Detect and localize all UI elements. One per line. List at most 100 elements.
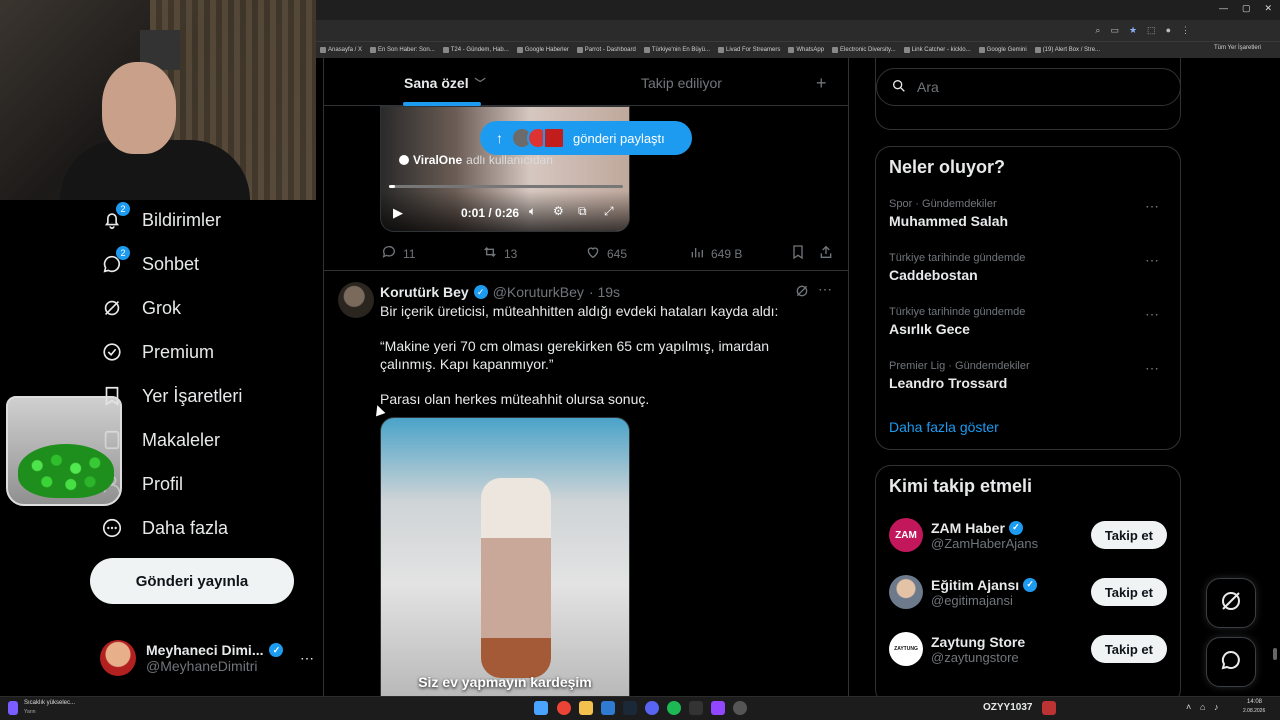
minimize-icon[interactable]: — [1219,3,1228,14]
settings-icon[interactable]: ⚙ [553,204,564,218]
window-controls: — ▢ ✕ [1219,3,1272,14]
app-icon[interactable] [711,701,725,715]
maximize-icon[interactable]: ▢ [1242,3,1251,14]
nav-more[interactable]: Daha fazla [100,516,228,540]
bookmark-label: Türkiye'nin En Büyü... [651,47,710,53]
bookmark-icon[interactable] [790,244,806,265]
bookmark-item[interactable]: En Son Haber: Son... [370,47,435,53]
like-button[interactable]: 645 [585,244,627,263]
epic-icon[interactable] [689,701,703,715]
discord-icon[interactable] [645,701,659,715]
video-player[interactable]: Siz ev yapmayın kardeşim [380,417,630,697]
new-posts-pill[interactable]: ↑ gönderi paylaştı [480,121,692,155]
bookmark-item[interactable]: Türkiye'nin En Büyü... [643,47,710,53]
bookmark-item[interactable]: Google Gemini [978,47,1027,53]
bookmark-label: Livad For Streamers [726,47,781,53]
grok-icon [100,296,124,320]
start-icon[interactable] [534,701,548,715]
show-more-link[interactable]: Daha fazla göster [889,419,999,435]
nav-premium[interactable]: Premium [100,340,214,364]
share-icon[interactable] [818,244,834,265]
search-input[interactable]: Ara [876,68,1181,106]
nav-chat[interactable]: 2 Sohbet [100,246,199,276]
tray-chevron-icon[interactable]: ˄ [1186,702,1191,712]
menu-icon[interactable]: ⋮ [1181,25,1190,36]
star-icon[interactable]: ★ [1129,25,1137,36]
account-more-icon[interactable]: ⋯ [300,650,314,667]
cast-icon[interactable]: ▭ [1110,25,1119,36]
zoom-icon[interactable]: ⌕ [1095,25,1100,36]
suggestion-handle: @egitimajansi [931,592,1013,608]
nav-notifications[interactable]: 2 Bildirimler [100,202,221,232]
bookmark-item[interactable]: Parrot - Dashboard [576,47,636,53]
weather-text[interactable]: Sıcaklık yükselec... [24,700,75,706]
tab-for-you[interactable]: Sana özel ﹀ [404,60,486,106]
trend-item[interactable]: Spor · Gündemdekiler Muhammed Salah ⋯ [889,198,1169,229]
follow-suggestion[interactable]: ZAM ZAM Haber ✓ @ZamHaberAjans Takip et [889,515,1169,555]
nav-label: Grok [142,297,182,318]
network-icon[interactable]: ⌂ [1200,702,1205,712]
scrollbar-thumb[interactable] [1273,648,1277,660]
video-time: 0:01 / 0:26 [461,206,520,220]
play-icon[interactable]: ▶ [393,205,403,221]
bookmark-item[interactable]: (19) Alert Box / Stre... [1034,47,1100,53]
bookmark-item[interactable]: T24 - Gündem, Hab... [442,47,509,53]
nav-grok[interactable]: Grok [100,296,181,320]
all-bookmarks[interactable]: Tüm Yer İşaretleri [1214,45,1261,51]
messages-fab[interactable] [1206,637,1256,687]
trend-item[interactable]: Türkiye tarihinde gündemde Caddebostan ⋯ [889,252,1169,283]
folder-icon[interactable] [579,701,593,715]
app-icon[interactable] [733,701,747,715]
video-source-suffix: adlı kullanıcıdan [466,153,553,167]
pip-icon[interactable]: ⧉ [578,204,587,219]
more-icon[interactable]: ⋯ [1145,252,1159,269]
bookmark-item[interactable]: Electronic Diversity... [832,47,896,53]
trend-item[interactable]: Türkiye tarihinde gündemde Asırlık Gece … [889,306,1169,337]
more-icon[interactable]: ⋯ [1145,198,1159,215]
weather-sub: Yarın [24,709,36,715]
more-icon[interactable]: ⋯ [818,281,832,298]
account-switcher[interactable]: Meyhaneci Dimi... ✓ @MeyhaneDimitri ⋯ [100,636,314,680]
favicon-icon [1034,47,1041,53]
chrome-icon[interactable] [557,701,571,715]
spotify-icon[interactable] [667,701,681,715]
tweet-author-name[interactable]: Korutürk Bey [380,284,469,300]
add-tab-button[interactable]: + [816,60,827,106]
profile-icon[interactable]: ● [1166,25,1171,36]
repost-button[interactable]: 13 [482,244,517,263]
close-icon[interactable]: ✕ [1264,3,1272,14]
app-icon[interactable] [601,701,615,715]
taskbar: Sıcaklık yükselec... Yarın OZYY1037 ˄ ⌂ … [0,696,1280,720]
fullscreen-icon[interactable]: ⤢ [604,204,614,219]
grok-fab[interactable] [1206,578,1256,628]
clock[interactable]: 14:08 [1247,699,1262,705]
volume-icon[interactable]: ♪ [1214,702,1219,712]
browser-tab-strip [316,0,1280,20]
trend-item[interactable]: Premier Lig · Gündemdekiler Leandro Tros… [889,360,1169,391]
video-progress-track[interactable] [389,185,623,188]
tray-icon[interactable] [1042,701,1056,715]
post-button[interactable]: Gönderi yayınla [90,558,294,604]
more-icon[interactable]: ⋯ [1145,360,1159,377]
tweet-author-handle[interactable]: @KoruturkBey [493,284,584,300]
follow-suggestion[interactable]: ZAYTUNG Zaytung Store @zaytungstore Taki… [889,629,1169,669]
bookmark-item[interactable]: Google Haberler [516,47,569,53]
follow-suggestion[interactable]: Eğitim Ajansı ✓ @egitimajansi Takip et [889,572,1169,612]
bookmark-item[interactable]: Anasayfa / X [320,47,362,53]
reply-button[interactable]: 11 [381,244,415,263]
volume-icon[interactable]: 🔈︎ [529,204,536,219]
more-icon[interactable]: ⋯ [1145,306,1159,323]
bookmark-item[interactable]: WhatsApp [788,47,824,53]
follow-button[interactable]: Takip et [1090,635,1167,663]
views-button[interactable]: 649 B [689,244,742,263]
follow-button[interactable]: Takip et [1090,521,1167,549]
tab-following[interactable]: Takip ediliyor [641,60,722,106]
avatar[interactable] [338,282,374,318]
bookmark-item[interactable]: Livad For Streamers [718,47,780,53]
extensions-icon[interactable]: ⬚ [1147,25,1156,36]
bookmark-item[interactable]: Link Catcher - kicklo... [903,47,971,53]
steam-icon[interactable] [623,701,637,715]
grok-explain-icon[interactable] [794,283,810,304]
follow-button[interactable]: Takip et [1090,578,1167,606]
tweet-time[interactable]: · 19s [589,284,620,300]
